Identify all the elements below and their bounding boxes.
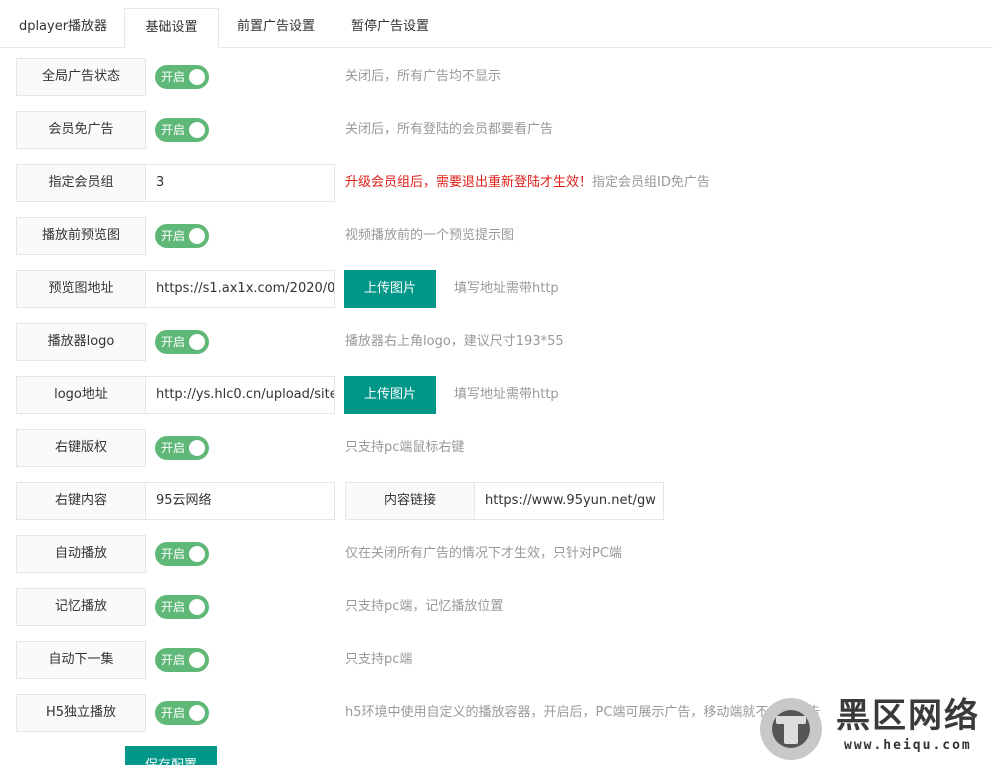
right-copyright-label: 右键版权 [16, 429, 146, 467]
switch-text: 开启 [161, 229, 186, 243]
player-logo-hint: 播放器右上角logo，建议尺寸193*55 [345, 334, 564, 349]
content-link-input[interactable]: https://www.95yun.net/gw [474, 482, 664, 520]
preview-switch[interactable]: 开启 [155, 224, 209, 248]
global-ad-label: 全局广告状态 [16, 58, 146, 96]
switch-knob [189, 705, 205, 721]
right-content-label: 右键内容 [16, 482, 146, 520]
tab-bar: dplayer播放器 基础设置 前置广告设置 暂停广告设置 [0, 0, 993, 48]
member-free-hint: 关闭后，所有登陆的会员都要看广告 [345, 122, 554, 137]
right-content-input[interactable]: 95云网络 [145, 482, 335, 520]
tab-pre-ad-settings[interactable]: 前置广告设置 [222, 8, 330, 48]
preview-url-input[interactable]: https://s1.ax1x.com/2020/04/ [145, 270, 335, 308]
autoplay-label: 自动播放 [16, 535, 146, 573]
tab-pause-ad-settings[interactable]: 暂停广告设置 [336, 8, 444, 48]
switch-text: 开启 [161, 600, 186, 614]
preview-label: 播放前预览图 [16, 217, 146, 255]
memory-play-label: 记忆播放 [16, 588, 146, 626]
member-free-label: 会员免广告 [16, 111, 146, 149]
switch-knob [189, 652, 205, 668]
preview-upload-button[interactable]: 上传图片 [344, 270, 436, 308]
switch-text: 开启 [161, 123, 186, 137]
memory-play-switch[interactable]: 开启 [155, 595, 209, 619]
switch-knob [189, 69, 205, 85]
logo-upload-button[interactable]: 上传图片 [344, 376, 436, 414]
switch-knob [189, 334, 205, 350]
global-ad-hint: 关闭后，所有广告均不显示 [345, 69, 502, 84]
switch-text: 开启 [161, 547, 186, 561]
logo-url-label: logo地址 [16, 376, 146, 414]
watermark-url: www.heiqu.com [844, 738, 972, 753]
player-logo-label: 播放器logo [16, 323, 146, 361]
save-config-button[interactable]: 保存配置 [125, 746, 217, 765]
tab-dplayer[interactable]: dplayer播放器 [8, 8, 118, 48]
member-group-hint-text: 指定会员组ID免广告 [592, 175, 710, 190]
preview-url-label: 预览图地址 [16, 270, 146, 308]
preview-url-hint: 填写地址需带http [454, 281, 559, 296]
member-group-input[interactable]: 3 [145, 164, 335, 202]
member-free-switch[interactable]: 开启 [155, 118, 209, 142]
global-ad-switch[interactable]: 开启 [155, 65, 209, 89]
h5-play-switch[interactable]: 开启 [155, 701, 209, 725]
switch-text: 开启 [161, 706, 186, 720]
switch-knob [189, 122, 205, 138]
autoplay-hint: 仅在关闭所有广告的情况下才生效，只针对PC端 [345, 546, 622, 561]
switch-knob [189, 440, 205, 456]
auto-next-label: 自动下一集 [16, 641, 146, 679]
member-group-warning: 升级会员组后，需要退出重新登陆才生效！ [345, 175, 593, 190]
switch-text: 开启 [161, 70, 186, 84]
watermark-logo-icon [760, 698, 822, 760]
switch-text: 开启 [161, 441, 186, 455]
logo-url-input[interactable]: http://ys.hlc0.cn/upload/site/2 [145, 376, 335, 414]
member-group-hint: 升级会员组后，需要退出重新登陆才生效！指定会员组ID免广告 [345, 164, 710, 202]
memory-play-hint: 只支持pc端，记忆播放位置 [345, 599, 504, 614]
tab-basic-settings[interactable]: 基础设置 [124, 8, 219, 48]
h5-play-hint: h5环境中使用自定义的播放容器，开启后，PC端可展示广告，移动端就不展示广告 [345, 705, 821, 720]
autoplay-switch[interactable]: 开启 [155, 542, 209, 566]
member-group-label: 指定会员组 [16, 164, 146, 202]
switch-knob [189, 228, 205, 244]
logo-url-hint: 填写地址需带http [454, 387, 559, 402]
player-logo-switch[interactable]: 开启 [155, 330, 209, 354]
watermark-title: 黑区网络 [836, 696, 980, 736]
right-copyright-switch[interactable]: 开启 [155, 436, 209, 460]
preview-hint: 视频播放前的一个预览提示图 [345, 228, 515, 243]
right-copyright-hint: 只支持pc端鼠标右键 [345, 440, 465, 455]
switch-knob [189, 546, 205, 562]
switch-knob [189, 599, 205, 615]
auto-next-switch[interactable]: 开启 [155, 648, 209, 672]
switch-text: 开启 [161, 335, 186, 349]
h5-play-label: H5独立播放 [16, 694, 146, 732]
switch-text: 开启 [161, 653, 186, 667]
auto-next-hint: 只支持pc端 [345, 652, 413, 667]
content-link-label: 内容链接 [345, 482, 475, 520]
watermark: 黑区网络 www.heiqu.com [758, 696, 986, 762]
